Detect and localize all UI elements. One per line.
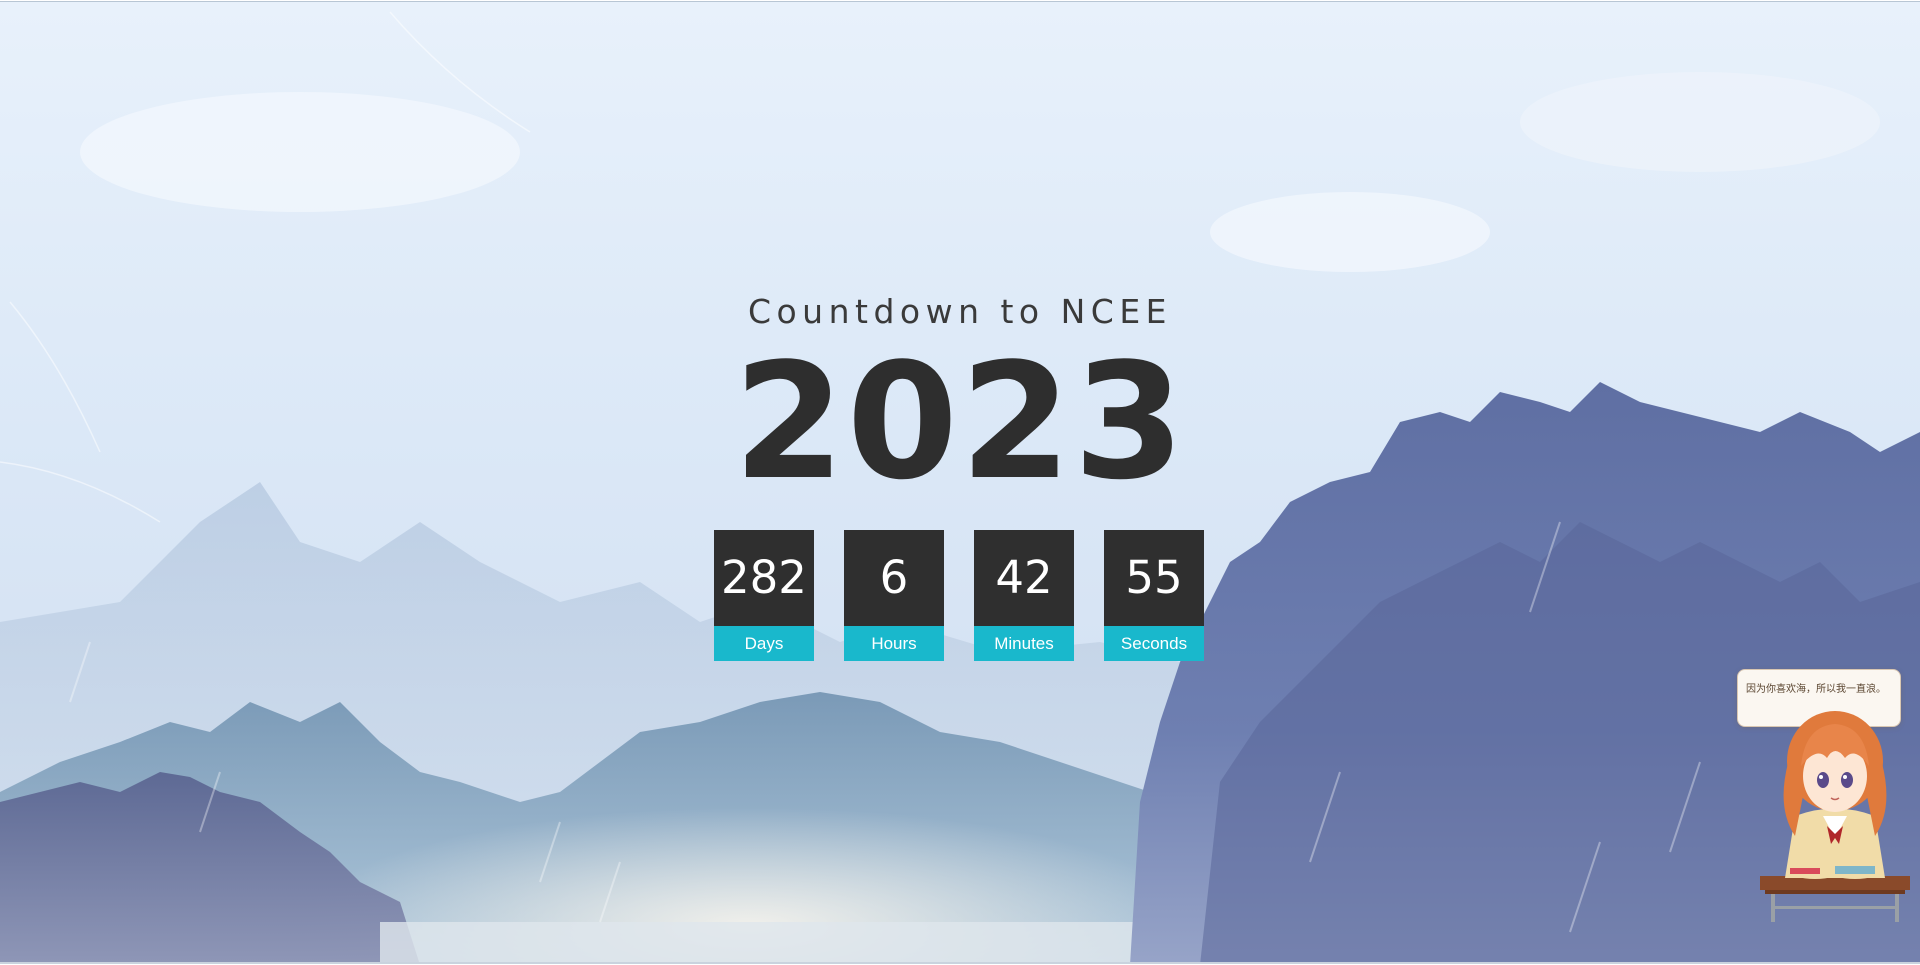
countdown-subtitle: Countdown to NCEE: [747, 292, 1173, 331]
countdown-minutes: 42 Minutes: [974, 530, 1074, 661]
countdown-timer: 282 Days 6 Hours 42 Minutes 55 Seconds: [714, 530, 1206, 662]
minutes-value: 42: [974, 530, 1074, 626]
days-label: Days: [714, 626, 814, 661]
mascot-character[interactable]: [1735, 666, 1915, 926]
hours-label: Hours: [844, 626, 944, 661]
countdown-page: Countdown to NCEE 2023 282 Days 6 Hours …: [0, 1, 1920, 964]
seconds-label: Seconds: [1104, 626, 1204, 661]
seconds-value: 55: [1104, 530, 1204, 626]
countdown-seconds: 55 Seconds: [1104, 530, 1204, 661]
countdown-hours: 6 Hours: [844, 530, 944, 661]
target-year: 2023: [733, 328, 1187, 515]
days-value: 282: [714, 530, 814, 626]
countdown-days: 282 Days: [714, 530, 814, 661]
hours-value: 6: [844, 530, 944, 626]
minutes-label: Minutes: [974, 626, 1074, 661]
